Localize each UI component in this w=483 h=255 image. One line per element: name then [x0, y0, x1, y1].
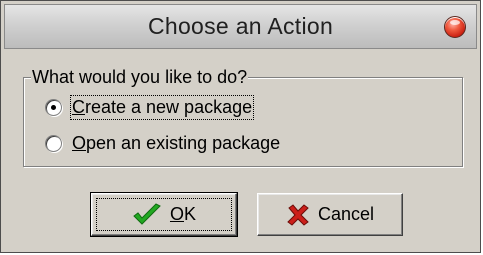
radio-open-package-label: Open an existing package: [72, 133, 281, 153]
choose-action-dialog: Choose an Action What would you like to …: [0, 0, 481, 253]
groupbox-legend: What would you like to do?: [31, 67, 249, 88]
checkmark-icon: [133, 202, 161, 225]
ok-button[interactable]: OK: [90, 192, 238, 237]
radio-open-package[interactable]: Open an existing package: [45, 133, 280, 154]
close-button[interactable]: [444, 16, 466, 38]
title-bar[interactable]: Choose an Action: [4, 4, 477, 49]
radio-button-unselected[interactable]: [45, 135, 62, 152]
ok-focus-rect: [96, 198, 232, 231]
radio-create-package-label: Create a new package: [69, 95, 255, 120]
cancel-button-label: Cancel: [317, 204, 375, 224]
radio-button-selected[interactable]: [45, 99, 62, 116]
cancel-button[interactable]: Cancel: [257, 193, 403, 236]
ok-button-label: OK: [169, 204, 197, 224]
dialog-title: Choose an Action: [147, 13, 334, 39]
radio-create-package[interactable]: Create a new package: [45, 95, 255, 120]
x-icon: [287, 203, 309, 226]
